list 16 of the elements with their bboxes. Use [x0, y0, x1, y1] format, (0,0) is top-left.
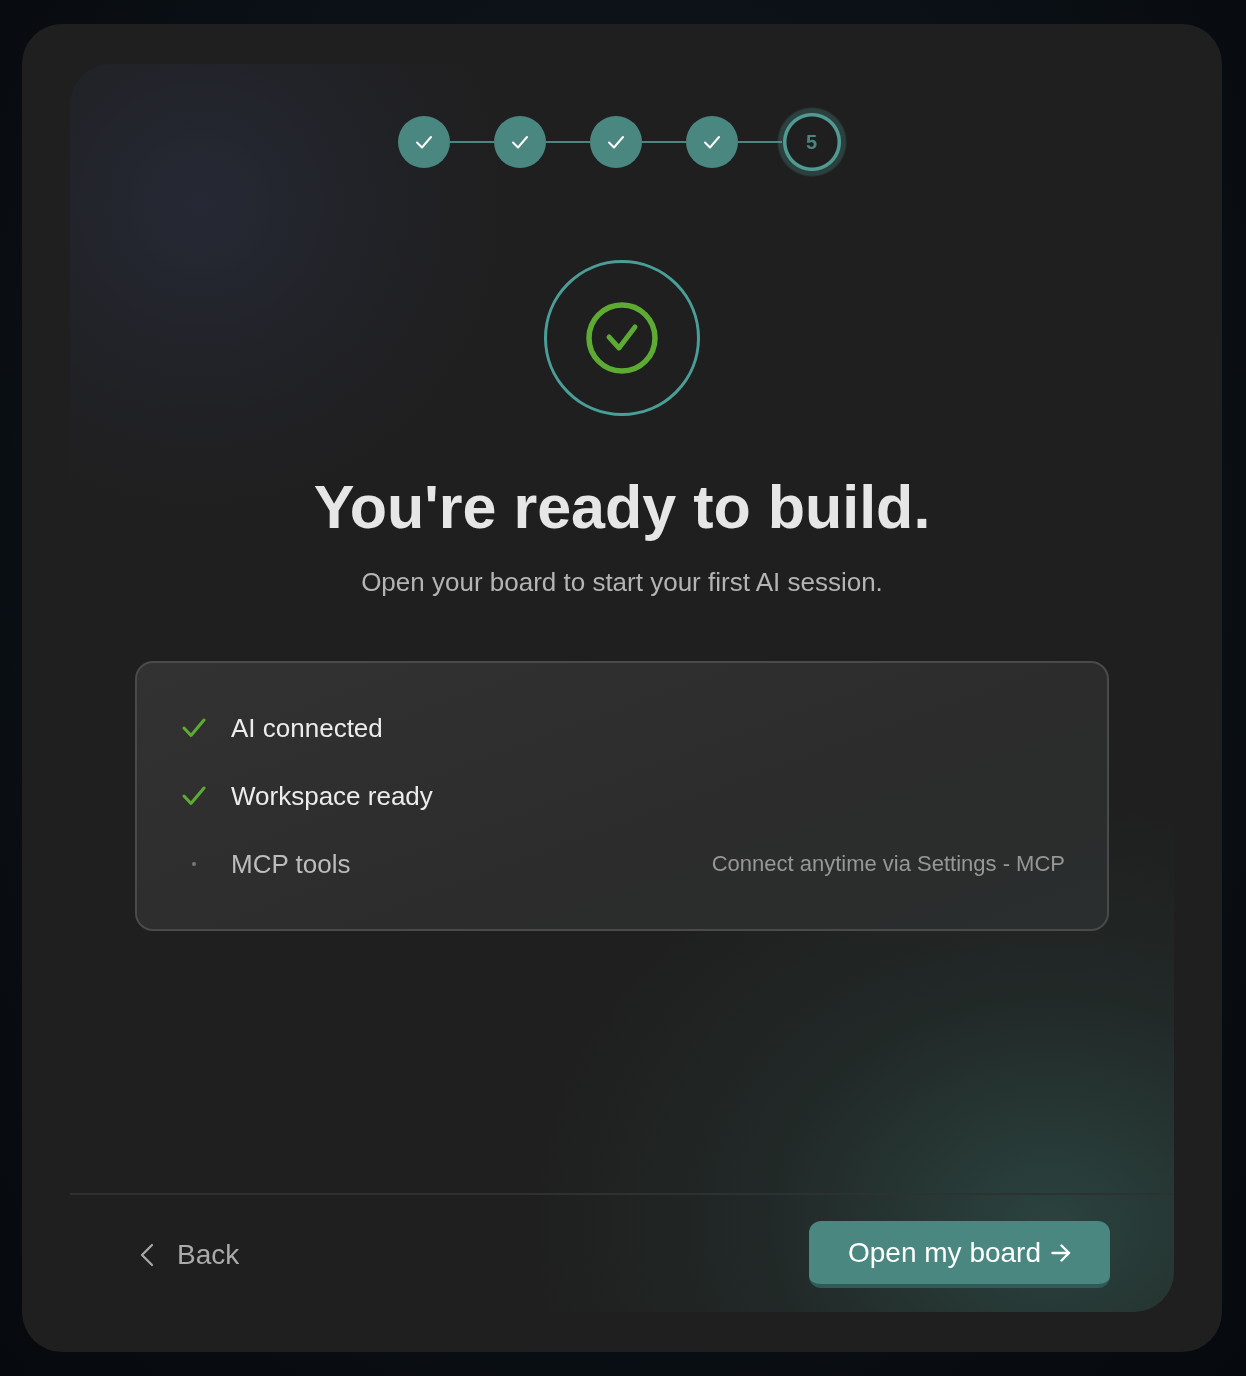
checklist-label: Workspace ready [231, 780, 433, 812]
checklist-note: Connect anytime via Settings - MCP [711, 851, 1065, 877]
checklist-label: MCP tools [231, 848, 351, 880]
back-button[interactable]: Back [140, 1238, 240, 1271]
step-connector [545, 141, 590, 143]
step-connector [641, 141, 686, 143]
open-board-button[interactable]: Open my board [809, 1221, 1110, 1288]
arrow-right-icon [1051, 1243, 1071, 1262]
chevron-left-icon [140, 1242, 154, 1267]
subtitle: Open your board to start your first AI session. [361, 566, 883, 598]
heading: You're ready to build. [313, 472, 931, 543]
step-connector [449, 141, 494, 143]
success-check-icon [544, 260, 700, 416]
step-indicator: 5 [776, 107, 847, 177]
checklist-label: AI connected [231, 712, 383, 744]
step-connector [737, 141, 782, 143]
